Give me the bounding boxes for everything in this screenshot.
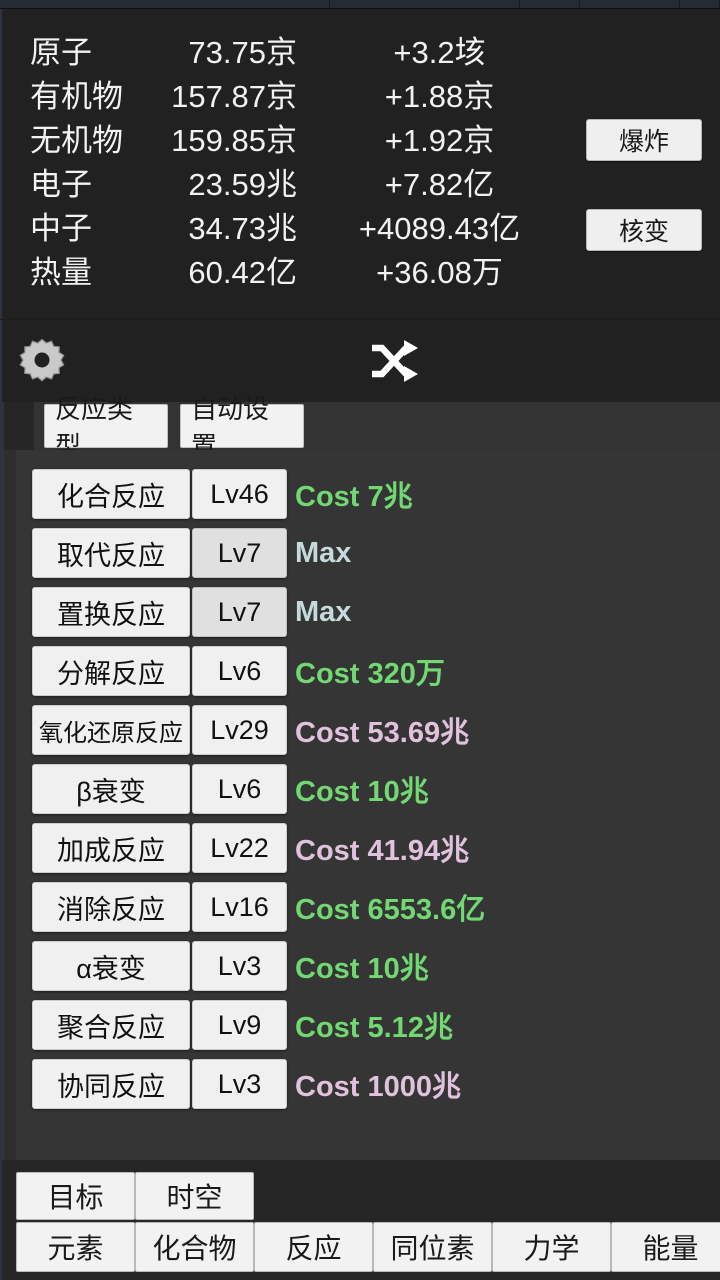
stat-value: 73.75京 [142,27,297,72]
system-strip-segment [680,0,720,8]
reaction-row: 消除反应Lv16Cost 6553.6亿 [2,877,720,937]
reaction-cost-label: Cost 10兆 [295,768,429,810]
system-strip-segment [330,0,520,8]
reaction-row: 置换反应Lv7Max [2,582,720,642]
explosion-button-label: 爆炸 [619,122,669,158]
stat-rate: +1.88京 [297,71,582,116]
stat-rate: +7.82亿 [297,159,582,204]
stat-name: 电子 [2,159,142,204]
reaction-cost-label: Cost 320万 [295,650,445,692]
reaction-level-button[interactable]: Lv16 [192,882,287,932]
reaction-name-button[interactable]: 协同反应 [32,1059,190,1109]
stat-value: 23.59兆 [142,159,297,204]
stat-value: 60.42亿 [142,247,297,292]
reaction-level-button[interactable]: Lv7 [192,528,287,578]
reaction-name-button[interactable]: 加成反应 [32,823,190,873]
fission-button-label: 核变 [619,212,669,248]
stat-name: 有机物 [2,71,142,116]
stat-rate: +1.92京 [297,115,582,160]
reaction-list-panel: 化合反应Lv46Cost 7兆取代反应Lv7Max置换反应Lv7Max分解反应L… [0,450,720,1160]
stat-row: 热量60.42亿+36.08万 [2,247,582,291]
reaction-row: β衰变Lv6Cost 10兆 [2,759,720,819]
reaction-cost-label: Cost 5.12兆 [295,1004,453,1046]
stat-value: 34.73兆 [142,203,297,248]
reaction-cost-label: Max [295,596,351,629]
nav-main-1[interactable]: 元素 [16,1222,135,1272]
tab-reaction-types[interactable]: 反应类型 [44,404,168,448]
system-strip-segment [0,0,330,8]
system-status-strip [0,0,720,9]
stat-row: 无机物159.85京+1.92京 [2,115,582,159]
reaction-level-button[interactable]: Lv3 [192,1059,287,1109]
stat-name: 原子 [2,27,142,72]
fission-button[interactable]: 核变 [586,209,702,251]
reaction-name-button[interactable]: 置换反应 [32,587,190,637]
tab-bar-left-cap [4,402,34,450]
reaction-level-button[interactable]: Lv6 [192,764,287,814]
reaction-cost-label: Max [295,537,351,570]
nav-top-2[interactable]: 时空 [135,1172,254,1220]
explosion-button[interactable]: 爆炸 [586,119,702,161]
reaction-name-button[interactable]: 分解反应 [32,646,190,696]
reaction-name-button[interactable]: 聚合反应 [32,1000,190,1050]
reaction-name-button[interactable]: 消除反应 [32,882,190,932]
reaction-cost-label: Cost 7兆 [295,473,413,515]
nav-main-2[interactable]: 化合物 [135,1222,254,1272]
reaction-name-button[interactable]: α衰变 [32,941,190,991]
nav-main-4[interactable]: 同位素 [373,1222,492,1272]
reaction-cost-label: Cost 41.94兆 [295,827,469,869]
stat-row: 有机物157.87京+1.88京 [2,71,582,115]
reaction-name-button[interactable]: 取代反应 [32,528,190,578]
gear-icon[interactable] [18,336,66,384]
reaction-row: 分解反应Lv6Cost 320万 [2,641,720,701]
reaction-row: 化合反应Lv46Cost 7兆 [2,464,720,524]
reaction-row: 加成反应Lv22Cost 41.94兆 [2,818,720,878]
stat-rate: +36.08万 [297,247,582,292]
system-strip-segment [520,0,580,8]
stat-rate: +4089.43亿 [297,203,582,248]
reaction-row: 氧化还原反应Lv29Cost 53.69兆 [2,700,720,760]
reaction-level-button[interactable]: Lv6 [192,646,287,696]
tab-auto-settings[interactable]: 自动设置 [180,404,304,448]
stat-rate: +3.2垓 [297,27,582,72]
game-screen: 原子73.75京+3.2垓有机物157.87京+1.88京无机物159.85京+… [0,0,720,1280]
reaction-row: 取代反应Lv7Max [2,523,720,583]
stat-name: 中子 [2,203,142,248]
nav-top-1[interactable]: 目标 [16,1172,135,1220]
section-tab-bar: 反应类型 自动设置 [0,402,720,450]
reaction-name-button[interactable]: 化合反应 [32,469,190,519]
resource-stats-panel: 原子73.75京+3.2垓有机物157.87京+1.88京无机物159.85京+… [0,9,720,319]
stat-row: 电子23.59兆+7.82亿 [2,159,582,203]
reaction-cost-label: Cost 10兆 [295,945,429,987]
stat-row: 原子73.75京+3.2垓 [2,27,582,71]
nav-main-3[interactable]: 反应 [254,1222,373,1272]
stat-value: 157.87京 [142,71,297,116]
reaction-level-button[interactable]: Lv22 [192,823,287,873]
reaction-level-button[interactable]: Lv9 [192,1000,287,1050]
reaction-cost-label: Cost 1000兆 [295,1063,461,1105]
reaction-level-button[interactable]: Lv46 [192,469,287,519]
reaction-name-button[interactable]: 氧化还原反应 [32,705,190,755]
reaction-level-button[interactable]: Lv3 [192,941,287,991]
reaction-level-button[interactable]: Lv29 [192,705,287,755]
reaction-name-button[interactable]: β衰变 [32,764,190,814]
reaction-level-button[interactable]: Lv7 [192,587,287,637]
reaction-cost-label: Cost 6553.6亿 [295,886,485,928]
stat-value: 159.85京 [142,115,297,160]
bottom-navigation: 目标时空 元素化合物反应同位素力学能量 [0,1160,720,1280]
stat-name: 无机物 [2,115,142,160]
reaction-row: 协同反应Lv3Cost 1000兆 [2,1054,720,1114]
reaction-row: α衰变Lv3Cost 10兆 [2,936,720,996]
nav-main-6[interactable]: 能量 [611,1222,720,1272]
nav-main-5[interactable]: 力学 [492,1222,611,1272]
stat-name: 热量 [2,247,142,292]
system-strip-segment [580,0,680,8]
reaction-cost-label: Cost 53.69兆 [295,709,469,751]
stat-row: 中子34.73兆+4089.43亿 [2,203,582,247]
shuffle-icon[interactable] [368,338,420,384]
reaction-row: 聚合反应Lv9Cost 5.12兆 [2,995,720,1055]
